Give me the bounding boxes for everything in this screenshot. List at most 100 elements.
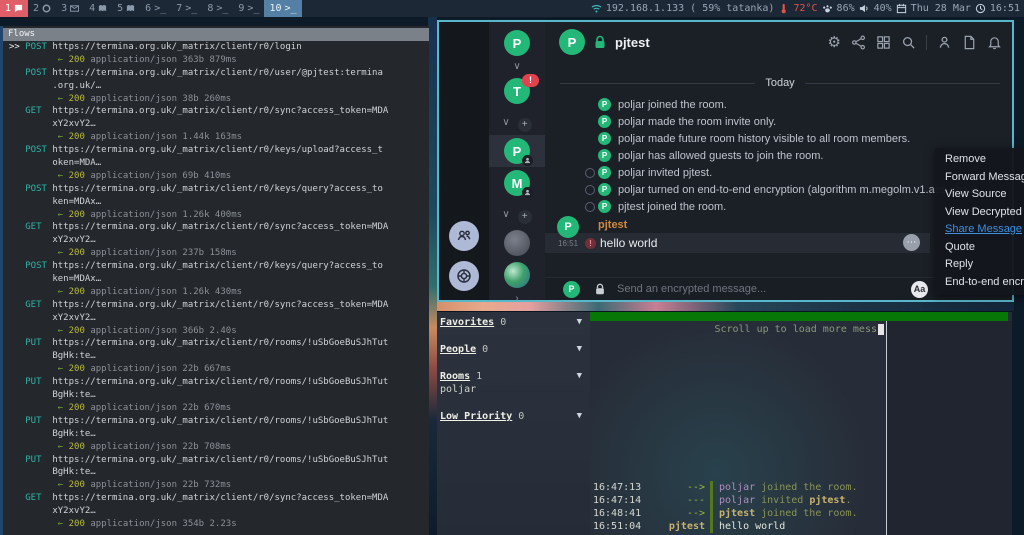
message-text: hello world (600, 236, 657, 250)
circle-icon (42, 4, 51, 13)
paw-icon (822, 3, 833, 14)
flow-row[interactable]: >> POST https://termina.org.uk/_matrix/c… (9, 41, 429, 67)
settings-icon[interactable]: ⚙ (828, 35, 841, 50)
temperature-status: 72°C (793, 3, 817, 14)
workspace-10[interactable]: 10>_ (264, 0, 301, 17)
workspace-3[interactable]: 3 (56, 0, 84, 17)
event-avatar: P (598, 98, 611, 111)
flow-selection-marker (9, 377, 25, 387)
search-icon[interactable] (901, 35, 916, 50)
context-menu-item[interactable]: View Source (935, 186, 1024, 204)
section-low-priority[interactable]: Low Priority0 ▼ (440, 411, 590, 424)
chat-text-part: hello world (719, 521, 785, 532)
flow-row[interactable]: POST https://termina.org.uk/_matrix/clie… (9, 144, 429, 183)
chevron-down-icon[interactable]: ∨ (502, 118, 509, 132)
flow-row[interactable]: GET https://termina.org.uk/_matrix/clien… (9, 492, 429, 531)
flow-row[interactable]: POST https://termina.org.uk/_matrix/clie… (9, 260, 429, 299)
workspace-4[interactable]: 4 (84, 0, 112, 17)
response-meta: application/json 22b 708ms (90, 442, 231, 452)
flow-row[interactable]: GET https://termina.org.uk/_matrix/clien… (9, 299, 429, 338)
triangle-down-icon[interactable]: ▼ (577, 344, 582, 354)
response-code: 200 (69, 480, 91, 490)
flow-row[interactable]: PUT https://termina.org.uk/_matrix/clien… (9, 376, 429, 415)
workspace-6[interactable]: 6>_ (140, 0, 171, 17)
flow-selection-marker (9, 145, 25, 155)
triangle-down-icon[interactable]: ▼ (577, 411, 582, 421)
flow-method: PUT (25, 455, 52, 465)
flow-row[interactable]: PUT https://termina.org.uk/_matrix/clien… (9, 337, 429, 376)
context-menu-item[interactable]: End-to-end encry (935, 274, 1024, 292)
flow-row[interactable]: PUT https://termina.org.uk/_matrix/clien… (9, 454, 429, 493)
chat-text-part: . (845, 495, 851, 506)
section-count: 0 (518, 411, 524, 422)
workspace-2[interactable]: 2 (28, 0, 56, 17)
section-count: 0 (482, 344, 488, 355)
response-arrow-icon: ← (58, 403, 69, 413)
message-options-button[interactable]: ⋯ (903, 234, 920, 251)
context-menu-item[interactable]: View Decrypted S (935, 204, 1024, 222)
event-text: poljar made the room invite only. (618, 116, 776, 128)
share-icon[interactable] (851, 35, 866, 50)
flow-selection-marker (9, 261, 25, 271)
event-text: poljar turned on end-to-end encryption (… (618, 184, 981, 196)
flow-selection-marker (9, 184, 25, 194)
member-list-icon[interactable] (937, 35, 952, 50)
people-button[interactable] (449, 221, 479, 251)
room-item-poljar[interactable]: poljar (440, 384, 590, 397)
help-button[interactable] (449, 261, 479, 291)
section-rooms[interactable]: Rooms1 ▼ (440, 371, 590, 384)
account-avatar[interactable]: P (504, 30, 530, 56)
flow-url: https://termina.org.uk/_matrix/client/r0… (52, 416, 388, 426)
triangle-down-icon[interactable]: ▼ (577, 317, 582, 327)
context-menu-item[interactable]: Forward Message (935, 169, 1024, 187)
files-icon[interactable] (962, 35, 977, 50)
add-room-button[interactable]: + (518, 118, 532, 132)
notifications-icon[interactable] (987, 35, 1002, 50)
context-menu-item[interactable]: Quote (935, 239, 1024, 257)
flow-url-wrap: BgHk:te… (9, 467, 96, 477)
community-avatar-2[interactable] (504, 262, 530, 288)
section-people[interactable]: People 0 ▼ (440, 344, 590, 357)
context-menu-item[interactable]: Remove (935, 151, 1024, 169)
flow-row[interactable]: PUT https://termina.org.uk/_matrix/clien… (9, 415, 429, 454)
context-menu-item[interactable]: Share Message (935, 221, 1024, 239)
workspace-5[interactable]: 5 (112, 0, 140, 17)
add-community-button[interactable]: + (518, 210, 532, 224)
community-avatar-1[interactable] (504, 230, 530, 256)
workspace-8[interactable]: 8>_ (202, 0, 233, 17)
workspace-9[interactable]: 9>_ (233, 0, 264, 17)
room-avatar-m[interactable]: M (504, 170, 530, 196)
flow-row[interactable]: POST https://termina.org.uk/_matrix/clie… (9, 183, 429, 222)
message-row[interactable]: 16:51 ! hello world ⋯ (545, 233, 930, 253)
section-favorites[interactable]: Favorites0 ▼ (440, 317, 590, 330)
context-menu-item[interactable]: Reply (935, 256, 1024, 274)
response-meta: application/json 363b 879ms (90, 55, 236, 65)
matrix-client-window: P ∨ T ! ∨ + P M (437, 20, 1014, 302)
chevron-down-icon[interactable]: ∨ (513, 62, 520, 72)
message-input[interactable] (615, 282, 902, 296)
room-avatar-t[interactable]: T ! (504, 78, 530, 104)
flow-url-wrap: oken=MDA… (9, 158, 101, 168)
flow-selection-marker (9, 68, 25, 78)
flow-url-wrap: BgHk:te… (9, 390, 96, 400)
flow-row[interactable]: GET https://termina.org.uk/_matrix/clien… (9, 221, 429, 260)
chat-line: 16:51:04pjtesthello world (590, 520, 886, 533)
response-code: 200 (69, 248, 91, 258)
chat-text-part: pjtest (719, 508, 755, 519)
section-label: People (440, 344, 476, 355)
widgets-icon[interactable] (876, 35, 891, 50)
room-avatar-p-selected[interactable]: P (504, 138, 530, 164)
flow-row[interactable]: POST https://termina.org.uk/_matrix/clie… (9, 67, 429, 106)
workspace-1[interactable]: 1 (0, 0, 28, 17)
chevron-down-icon[interactable]: ∨ (502, 210, 509, 224)
workspace-number: 10 (269, 3, 281, 14)
message-avatar[interactable]: P (557, 216, 579, 238)
flow-row[interactable]: GET https://termina.org.uk/_matrix/clien… (9, 105, 429, 144)
book-icon (126, 4, 135, 13)
room-header-avatar[interactable]: P (559, 29, 585, 55)
workspace-7[interactable]: 7>_ (171, 0, 202, 17)
chevron-right-icon[interactable]: › (515, 294, 518, 304)
triangle-down-icon[interactable]: ▼ (577, 371, 582, 381)
format-button[interactable]: Aa (911, 281, 928, 298)
pane-separator (886, 321, 887, 535)
